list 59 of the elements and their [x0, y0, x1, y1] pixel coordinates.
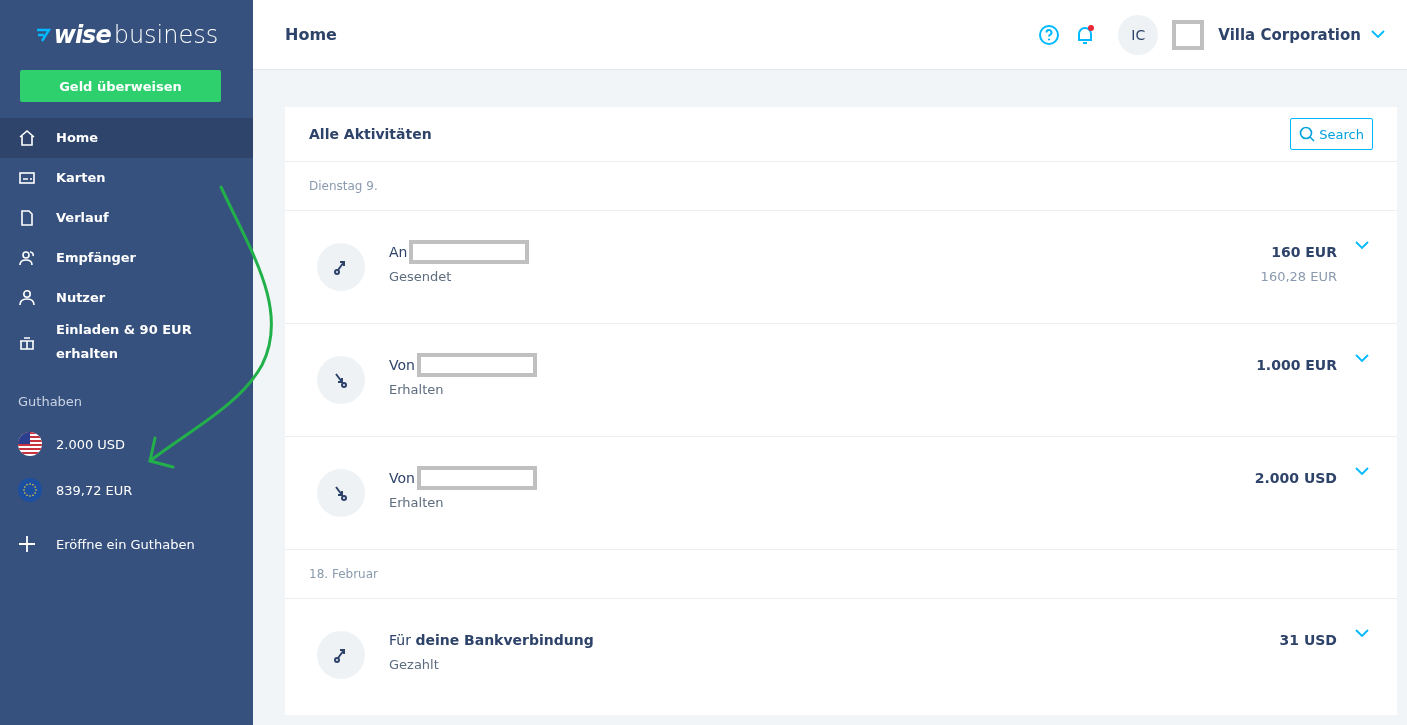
- activity-amount: 1.000 EUR: [1256, 356, 1337, 375]
- nav-item[interactable]: Einladen & 90 EUR erhalten: [0, 318, 253, 366]
- date-heading: 18. Februar: [285, 550, 1397, 599]
- card-icon: [18, 169, 36, 187]
- avatar[interactable]: IC: [1118, 14, 1159, 55]
- activity-amount: 160 EUR: [1271, 243, 1337, 262]
- open-balance-link[interactable]: Eröffne ein Guthaben: [0, 513, 253, 575]
- balance-item[interactable]: 2.000 USD: [0, 421, 253, 467]
- home-icon: [18, 129, 36, 147]
- logo-wordmark: wise: [53, 21, 111, 49]
- activity-row[interactable]: Von Erhalten 2.000 USD: [285, 437, 1397, 550]
- expand-button[interactable]: [1355, 354, 1369, 363]
- activity-title: Von: [389, 357, 415, 373]
- chevron-down-icon: [1371, 30, 1385, 39]
- logo[interactable]: wise business: [0, 0, 253, 70]
- received-arrow-icon: [332, 484, 350, 502]
- chevron-down-icon: [1355, 467, 1369, 476]
- expand-button[interactable]: [1355, 629, 1369, 638]
- activity-row[interactable]: Für deine Bankverbindung Gezahlt 31 USD: [285, 599, 1397, 712]
- received-arrow-icon: [332, 371, 350, 389]
- help-icon[interactable]: [1038, 23, 1061, 46]
- nav-item[interactable]: Verlauf: [0, 198, 253, 238]
- activity-status: Gezahlt: [389, 657, 440, 672]
- plus-icon: [18, 535, 36, 553]
- activity-status: Erhalten: [389, 382, 445, 397]
- date-heading: Dienstag 9.: [285, 162, 1397, 211]
- logo-suffix: business: [113, 21, 219, 49]
- redaction-block: [1172, 19, 1205, 50]
- person-icon: [18, 289, 36, 307]
- chevron-down-icon: [1355, 241, 1369, 250]
- nav-item[interactable]: Nutzer: [0, 278, 253, 318]
- activity-row[interactable]: Von Erhalten 1.000 EUR: [285, 324, 1397, 437]
- activity-sub-amount: 160,28 EUR: [1260, 269, 1337, 284]
- activity-title: An: [389, 244, 408, 260]
- people-icon: [18, 249, 36, 267]
- chevron-down-icon: [1355, 629, 1369, 638]
- activity-status: Gesendet: [389, 269, 453, 284]
- expand-button[interactable]: [1355, 241, 1369, 250]
- chevron-down-icon: [1355, 354, 1369, 363]
- activity-title: Von: [389, 470, 415, 486]
- expand-button[interactable]: [1355, 467, 1369, 476]
- logo-flag-icon: [34, 27, 51, 43]
- balance-item[interactable]: 839,72 EUR: [0, 467, 253, 513]
- eu-flag-icon: [18, 478, 42, 502]
- page-title: Home: [285, 25, 338, 44]
- activity-status: Erhalten: [389, 495, 445, 510]
- card-title: Alle Aktivitäten: [309, 126, 432, 142]
- activity-title: Für deine Bankverbindung: [389, 632, 594, 648]
- nav-item[interactable]: Home: [0, 118, 253, 158]
- search-icon: [1299, 126, 1316, 142]
- activity-amount: 31 USD: [1279, 631, 1337, 650]
- document-icon: [18, 209, 36, 227]
- activity-row[interactable]: An Gesendet 160 EUR 160,28 EUR: [285, 211, 1397, 324]
- activity-amount: 2.000 USD: [1254, 469, 1337, 488]
- nav-item[interactable]: Karten: [0, 158, 253, 198]
- account-menu[interactable]: Villa Corporation: [1218, 25, 1385, 44]
- nav-item[interactable]: Empfänger: [0, 238, 253, 278]
- us-flag-icon: [18, 432, 42, 456]
- balances-heading: Guthaben: [17, 393, 84, 411]
